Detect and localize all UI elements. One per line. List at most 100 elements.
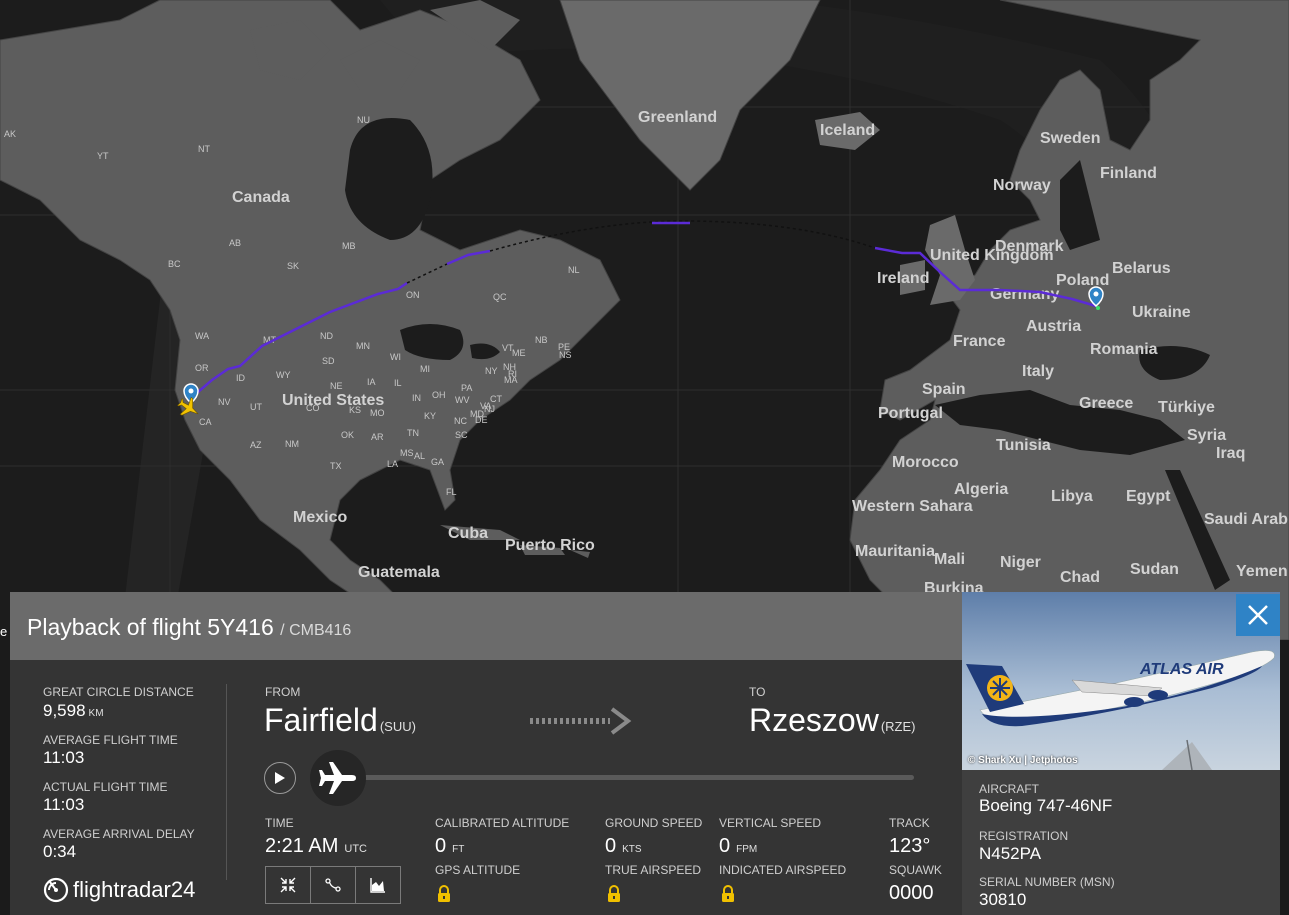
region-label: UT (250, 402, 262, 412)
region-label: PA (461, 383, 472, 393)
region-label: BC (168, 259, 181, 269)
serial-number-label: SERIAL NUMBER (MSN) (979, 875, 1115, 889)
region-label: CT (490, 394, 502, 404)
region-label: RI (508, 369, 517, 379)
play-icon (275, 772, 285, 784)
serial-number-value: 30810 (979, 890, 1027, 909)
indicated-airspeed-label: INDICATED AIRSPEED (719, 863, 847, 877)
region-label: MD (470, 409, 484, 419)
region-label: CO (306, 403, 320, 413)
region-label: NB (535, 335, 548, 345)
lock-icon[interactable] (721, 885, 735, 903)
altitude-unit: FT (452, 844, 465, 855)
region-label: LA (387, 459, 398, 469)
map-label: Romania (1090, 341, 1158, 358)
region-label: AB (229, 238, 241, 248)
logo-text: flightradar24 (73, 877, 196, 902)
map-label: Egypt (1126, 488, 1171, 505)
region-label: IL (394, 378, 402, 388)
compress-arrows-icon (280, 877, 296, 893)
flight-callsign: / CMB416 (280, 622, 352, 639)
region-label: NC (454, 416, 467, 426)
region-label: WA (195, 331, 209, 341)
region-label: ND (320, 331, 333, 341)
flight-playback-panel: Playback of flight 5Y416 / CMB416 ATLAS … (10, 592, 1280, 915)
map-label: Finland (1100, 165, 1157, 182)
map-label: Algeria (954, 481, 1008, 498)
region-label: NE (330, 381, 343, 391)
aircraft-label: AIRCRAFT (979, 782, 1039, 796)
map-label: Western Sahara (852, 498, 973, 515)
close-icon (1248, 605, 1268, 625)
map-label: Türkiye (1158, 399, 1215, 416)
great-circle-distance-value: 9,598 KM (43, 701, 104, 721)
origin-iata: (SUU) (379, 719, 416, 734)
graph-view-button[interactable] (356, 867, 400, 903)
map-label: Austria (1026, 318, 1081, 335)
route-view-button[interactable] (311, 867, 356, 903)
column-divider (226, 684, 227, 880)
map-label: Norway (993, 177, 1051, 194)
registration-value: N452PA (979, 844, 1042, 863)
gps-altitude-label: GPS ALTITUDE (435, 863, 521, 877)
map-label: Yemen (1236, 563, 1288, 580)
map-edge-text: e (0, 624, 8, 639)
play-button[interactable] (264, 762, 296, 794)
route-arrow-icon (530, 707, 632, 735)
region-label: AZ (250, 440, 262, 450)
ground-speed-number: 0 (605, 835, 617, 857)
average-arrival-delay-label: AVERAGE ARRIVAL DELAY (43, 827, 195, 841)
calibrated-altitude-label: CALIBRATED ALTITUDE (435, 816, 570, 830)
livery-text: ATLAS AIR (1139, 661, 1224, 678)
region-label: TN (407, 428, 419, 438)
map-label: Syria (1187, 427, 1226, 444)
lock-icon[interactable] (607, 885, 621, 903)
region-label: CA (199, 417, 212, 427)
region-label: MN (356, 341, 370, 351)
vertical-speed-number: 0 (719, 835, 731, 857)
actual-flight-time-label: ACTUAL FLIGHT TIME (43, 780, 168, 794)
region-label: NJ (484, 404, 495, 414)
route-icon (325, 878, 341, 892)
vertical-speed-value: 0 FPM (719, 835, 757, 858)
aircraft-value: Boeing 747-46NF (979, 796, 1113, 815)
fit-view-button[interactable] (266, 867, 311, 903)
region-label: NY (485, 366, 498, 376)
map-label: Morocco (892, 454, 959, 471)
map-label: Libya (1051, 488, 1093, 505)
aircraft-photo-image: ATLAS AIR (962, 592, 1280, 770)
region-label: WV (455, 395, 470, 405)
region-label: GA (431, 457, 444, 467)
time-number: 2:21 AM (265, 835, 339, 857)
chart-icon (370, 878, 385, 893)
map-label: Belarus (1112, 260, 1171, 277)
from-label: FROM (265, 685, 301, 699)
flight-map[interactable]: Canada United States Mexico Cuba Puerto … (0, 0, 1289, 640)
region-label: KS (349, 405, 361, 415)
region-label: NT (198, 144, 210, 154)
map-label: Niger (1000, 554, 1041, 571)
registration-label: REGISTRATION (979, 829, 1069, 843)
playback-timeline[interactable] (336, 775, 914, 780)
playback-scrubber-handle[interactable] (310, 750, 366, 806)
to-label: TO (749, 685, 766, 699)
photo-credit[interactable]: © Shark Xu | Jetphotos (968, 755, 1078, 766)
ground-speed-label: GROUND SPEED (605, 816, 703, 830)
close-button[interactable] (1236, 594, 1280, 636)
average-arrival-delay-value: 0:34 (43, 842, 77, 861)
destination-city: Rzeszow (RZE) (749, 702, 915, 739)
time-value: 2:21 AM UTC (265, 835, 367, 858)
map-label: Sudan (1130, 561, 1179, 578)
region-label: YT (97, 151, 109, 161)
lock-icon[interactable] (437, 885, 451, 903)
plane-icon (319, 762, 356, 794)
average-flight-time-label: AVERAGE FLIGHT TIME (43, 733, 178, 747)
region-label: TX (330, 461, 342, 471)
region-label: ME (512, 348, 526, 358)
map-label: Mali (934, 551, 965, 568)
region-label: IN (412, 393, 421, 403)
flightradar24-logo[interactable]: flightradar24 (43, 877, 195, 903)
region-label: WI (390, 352, 401, 362)
great-circle-distance-label: GREAT CIRCLE DISTANCE (43, 685, 194, 699)
aircraft-photo[interactable]: ATLAS AIR © Shark Xu | Jetphotos (962, 592, 1280, 770)
